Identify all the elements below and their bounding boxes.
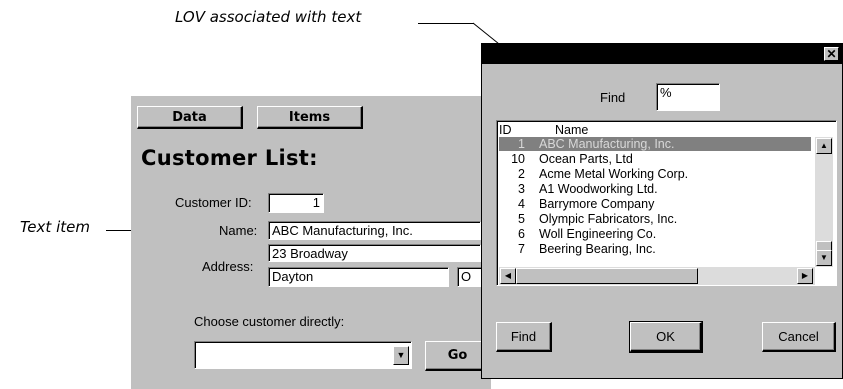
arrow-right-icon[interactable]: ▶ <box>797 268 813 284</box>
list-item-name: A1 Woodworking Ltd. <box>539 182 658 196</box>
list-item-name: Ocean Parts, Ltd <box>539 152 633 166</box>
list-item[interactable]: 1 ABC Manufacturing, Inc. <box>499 137 811 151</box>
arrow-up-icon[interactable]: ▲ <box>816 138 832 154</box>
lov-callout-label: LOV associated with text <box>175 8 362 26</box>
list-item[interactable]: 2 Acme Metal Working Corp. <box>499 167 688 181</box>
find-input[interactable]: % <box>656 83 720 111</box>
horizontal-scrollbar[interactable]: ◀ ▶ <box>499 267 815 285</box>
cancel-button[interactable]: Cancel <box>762 322 836 352</box>
ok-button[interactable]: OK <box>629 321 703 353</box>
list-item-id: 4 <box>518 197 525 211</box>
address-line1-field[interactable]: 23 Broadway <box>268 244 481 262</box>
lov-dialog: ✕ Find % ID Name 1 ABC Manufacturing, Inc.… <box>481 43 843 379</box>
arrow-left-icon[interactable]: ◀ <box>500 268 516 284</box>
list-item-id: 2 <box>518 167 525 181</box>
list-item-id: 5 <box>518 212 525 226</box>
find-label: Find <box>600 90 626 105</box>
list-item[interactable]: 5 Olympic Fabricators, Inc. <box>499 212 677 226</box>
find-button[interactable]: Find <box>496 322 552 352</box>
customer-id-label: Customer ID: <box>175 195 252 210</box>
list-item[interactable]: 7 Beering Bearing, Inc. <box>499 242 656 256</box>
choose-customer-label: Choose customer directly: <box>194 314 345 329</box>
list-header: ID Name <box>499 123 588 137</box>
list-item-name: Olympic Fabricators, Inc. <box>539 212 678 226</box>
list-item-id: 6 <box>518 227 525 241</box>
list-item-name: Acme Metal Working Corp. <box>539 167 689 181</box>
list-item-name: ABC Manufacturing, Inc. <box>539 137 675 151</box>
list-item-name: Barrymore Company <box>539 197 655 211</box>
customer-id-field[interactable]: 1 <box>268 193 324 213</box>
address-label: Address: <box>202 259 254 274</box>
horizontal-scroll-thumb[interactable] <box>516 268 698 284</box>
column-header-name: Name <box>555 123 589 137</box>
dialog-title-bar: ✕ <box>482 44 842 64</box>
list-item[interactable]: 4 Barrymore Company <box>499 197 654 211</box>
chevron-down-icon[interactable]: ▼ <box>393 346 409 365</box>
list-item[interactable]: 10 Ocean Parts, Ltd <box>499 152 633 166</box>
list-item[interactable]: 3 A1 Woodworking Ltd. <box>499 182 658 196</box>
list-item-id: 3 <box>518 182 525 196</box>
close-icon[interactable]: ✕ <box>824 47 839 61</box>
vertical-scrollbar[interactable]: ▲ ▼ <box>815 137 833 267</box>
list-item-id: 7 <box>518 242 525 256</box>
page-title: Customer List: <box>141 146 318 170</box>
text-item-callout-label: Text item <box>20 218 90 236</box>
items-button[interactable]: Items <box>257 106 363 129</box>
data-button[interactable]: Data <box>137 106 243 129</box>
list-item-name: Beering Bearing, Inc. <box>539 242 656 256</box>
list-item[interactable]: 6 Woll Engineering Co. <box>499 227 656 241</box>
city-field[interactable]: Dayton <box>268 267 449 287</box>
name-label: Name: <box>219 223 258 238</box>
list-item-name: Woll Engineering Co. <box>539 227 657 241</box>
lov-list[interactable]: ID Name 1 ABC Manufacturing, Inc. 10 Ocean P… <box>496 120 837 286</box>
lov-callout-line-h <box>418 23 474 24</box>
arrow-down-icon[interactable]: ▼ <box>816 250 832 266</box>
customer-combo[interactable] <box>194 341 412 369</box>
column-header-id: ID <box>499 123 512 137</box>
list-item-id: 1 <box>518 137 525 151</box>
name-field[interactable]: ABC Manufacturing, Inc. <box>268 221 481 240</box>
list-item-id: 10 <box>511 152 525 166</box>
